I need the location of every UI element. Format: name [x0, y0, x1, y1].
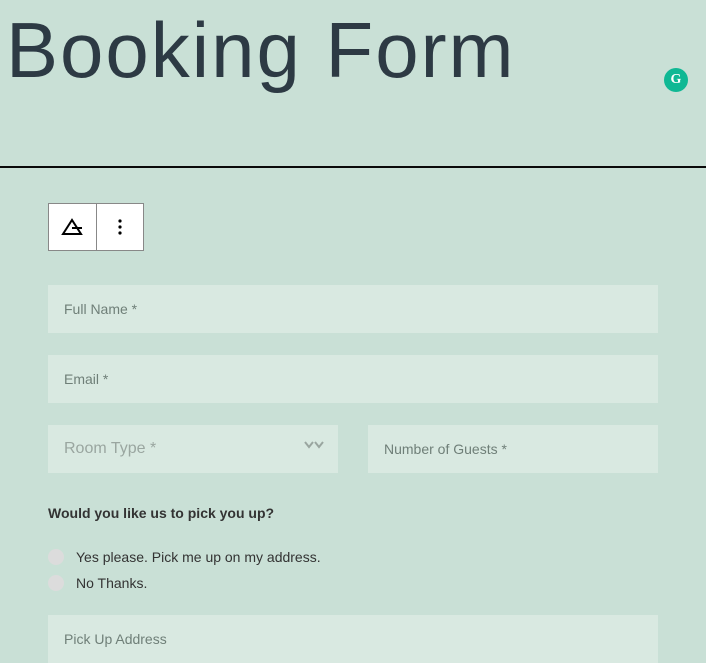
pickup-question: Would you like us to pick you up? — [48, 505, 658, 521]
animate-icon — [61, 218, 83, 236]
email-input[interactable] — [48, 355, 658, 403]
page-title: Booking Form — [0, 0, 706, 101]
grammarly-badge[interactable]: G — [664, 68, 688, 92]
full-name-input[interactable] — [48, 285, 658, 333]
radio-icon — [48, 575, 64, 591]
radio-label: Yes please. Pick me up on my address. — [76, 549, 321, 565]
booking-form: Room Type * Would you like us to pick yo… — [0, 251, 706, 663]
room-type-select[interactable]: Room Type * — [48, 425, 338, 473]
pickup-options: Yes please. Pick me up on my address. No… — [48, 549, 658, 591]
pickup-option-yes[interactable]: Yes please. Pick me up on my address. — [48, 549, 658, 565]
divider — [0, 166, 706, 168]
guests-input[interactable] — [368, 425, 658, 473]
kebab-icon — [118, 219, 122, 235]
radio-icon — [48, 549, 64, 565]
pickup-option-no[interactable]: No Thanks. — [48, 575, 658, 591]
editor-toolbar — [48, 203, 144, 251]
badge-letter: G — [671, 72, 682, 88]
radio-label: No Thanks. — [76, 575, 147, 591]
animate-button[interactable] — [49, 204, 96, 250]
pickup-address-input[interactable] — [48, 615, 658, 663]
more-options-button[interactable] — [96, 204, 144, 250]
